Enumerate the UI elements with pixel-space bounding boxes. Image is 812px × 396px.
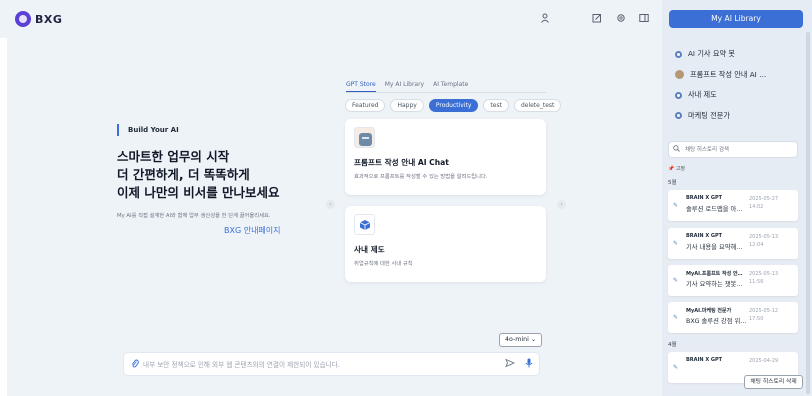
sidebar: My AI Library AI 기사 요약 봇 프롬프트 작성 안내 AI …… <box>662 0 812 396</box>
store-tabs: GPT Store My AI Library AI Template <box>346 81 468 92</box>
history-subtitle: BXG 솔루션 강점 위… <box>686 318 747 325</box>
pin-icon[interactable]: ✎ <box>673 202 678 209</box>
sidebar-scrollbar[interactable] <box>806 32 810 394</box>
history-time: 17:50 <box>749 316 764 322</box>
chip-delete-test[interactable]: delete_test <box>513 99 562 112</box>
gpt-card[interactable]: 프롬프트 작성 안내 AI Chat 효과적으로 프롬프트를 작성할 수 있는 … <box>345 119 546 195</box>
history-time: 11:56 <box>749 279 764 285</box>
history-time: 14:02 <box>749 204 764 210</box>
history-date: 2025-05-27 <box>749 196 779 202</box>
gpt-dot-icon <box>675 91 682 99</box>
history-item[interactable]: ✎ BRAIN X GPT 기사 내용을 요약해… 2025-05-13 12:… <box>668 228 798 259</box>
history-title: BRAIN X GPT <box>686 195 723 201</box>
pin-icon[interactable]: ✎ <box>673 240 678 247</box>
delete-history-button[interactable]: 채팅 히스토리 삭제 <box>744 375 803 389</box>
edit-icon[interactable] <box>591 13 603 25</box>
history-subtitle: 기사 요약하는 챗봇… <box>686 281 743 288</box>
headline-line: 더 간편하게, 더 똑똑하게 <box>117 167 250 182</box>
history-search <box>668 141 798 158</box>
tab-my-ai-library[interactable]: My AI Library <box>385 81 424 92</box>
card-title: 프롬프트 작성 안내 AI Chat <box>354 158 449 167</box>
avatar-icon <box>675 70 684 80</box>
sidebar-gpt-item[interactable]: 사내 제도 <box>675 85 766 106</box>
chat-input[interactable] <box>143 357 493 372</box>
sidebar-gpt-item[interactable]: AI 기사 요약 봇 <box>675 44 766 65</box>
pin-icon[interactable]: ✎ <box>673 364 678 371</box>
search-icon <box>673 145 680 154</box>
tab-gpt-store[interactable]: GPT Store <box>346 81 376 92</box>
history-title: MyAI.마케팅 전문가 <box>686 308 732 314</box>
gpt-label: AI 기사 요약 봇 <box>688 49 735 59</box>
history-title: MyAI.프롬프트 작성 안… <box>686 271 743 277</box>
sidebar-toggle-icon[interactable] <box>638 13 650 25</box>
headline-line: 이제 나만의 비서를 만나보세요 <box>117 185 280 200</box>
gpt-label: 프롬프트 작성 안내 AI … <box>690 69 767 79</box>
chevron-down-icon: ⌄ <box>530 336 537 343</box>
history-item[interactable]: ✎ BRAIN X GPT 솔루션 로드맵을 아… 2025-05-27 14:… <box>668 190 798 221</box>
card-desc: 취업규칙에 대한 사내 규칙 <box>354 261 413 267</box>
chip-happy[interactable]: Happy <box>390 99 424 112</box>
pinned-label: 📌 고정 <box>668 166 686 172</box>
model-select[interactable]: 4o-mini ⌄ <box>499 333 543 347</box>
logo[interactable]: BXG <box>15 11 62 27</box>
month-label: 5월 <box>668 180 677 186</box>
top-bar: BXG <box>0 0 662 38</box>
logo-text: BXG <box>35 12 63 26</box>
chip-featured[interactable]: Featured <box>345 99 386 112</box>
history-date: 2025-05-13 <box>749 271 779 277</box>
pin-icon[interactable]: ✎ <box>673 277 678 284</box>
gpt-card[interactable]: 사내 제도 취업규칙에 대한 사내 규칙 <box>345 206 546 282</box>
category-chips: Featured Happy Productivity test delete_… <box>345 99 562 112</box>
gpt-dot-icon <box>675 112 682 120</box>
history-title: BRAIN X GPT <box>686 357 723 363</box>
card-desc: 효과적으로 프롬프트를 작성할 수 있는 방법을 알려드립니다. <box>354 174 488 180</box>
send-icon[interactable] <box>505 358 516 371</box>
chip-productivity[interactable]: Productivity <box>428 99 479 112</box>
mic-icon[interactable] <box>525 358 533 371</box>
history-subtitle: 솔루션 로드맵을 아… <box>686 206 743 213</box>
history-time: 12:04 <box>749 242 764 248</box>
history-date: 2025-04-29 <box>749 358 779 364</box>
card-title: 사내 제도 <box>354 245 385 254</box>
logo-icon <box>15 11 31 27</box>
tab-ai-template[interactable]: AI Template <box>433 81 468 92</box>
gpt-label: 마케팅 전문가 <box>688 110 730 120</box>
chat-composer <box>123 352 540 376</box>
build-label: Build Your AI <box>117 124 179 136</box>
history-item[interactable]: ✎ MyAI.프롬프트 작성 안… 기사 요약하는 챗봇… 2025-05-13… <box>668 265 798 296</box>
cube-icon <box>354 214 375 235</box>
settings-icon[interactable] <box>615 13 627 25</box>
history-item[interactable]: ✎ MyAI.마케팅 전문가 BXG 솔루션 강점 위… 2025-05-12 … <box>668 302 798 333</box>
sidebar-gpt-item[interactable]: 마케팅 전문가 <box>675 106 766 127</box>
next-arrow-icon[interactable]: › <box>557 200 566 209</box>
history-date: 2025-05-12 <box>749 308 779 314</box>
main-area: Build Your AI 스마트한 업무의 시작 더 간편하게, 더 똑똑하게… <box>7 38 662 396</box>
pin-icon[interactable]: ✎ <box>673 314 678 321</box>
prev-arrow-icon[interactable]: ‹ <box>326 200 335 209</box>
month-label: 4월 <box>668 342 677 348</box>
user-icon[interactable] <box>539 13 551 25</box>
sidebar-gpt-item[interactable]: 프롬프트 작성 안내 AI … <box>675 65 766 86</box>
history-subtitle: 기사 내용을 요약해… <box>686 244 743 251</box>
history-search-input[interactable] <box>685 145 795 155</box>
hero-subtext: My AI를 직접 설계한 AI와 함께 업무 생산성을 한 단계 끌어올리세요… <box>117 213 271 219</box>
chip-test[interactable]: test <box>483 99 509 112</box>
gpt-label: 사내 제도 <box>688 90 717 100</box>
guide-link[interactable]: BXG 안내페이지 <box>224 225 281 236</box>
my-ai-library-button[interactable]: My AI Library <box>669 10 803 28</box>
gpt-list: AI 기사 요약 봇 프롬프트 작성 안내 AI … 사내 제도 마케팅 전문가 <box>675 44 766 126</box>
tabs-divider <box>346 92 546 93</box>
robot-image <box>354 127 375 148</box>
hero-headline: 스마트한 업무의 시작 더 간편하게, 더 똑똑하게 이제 나만의 비서를 만나… <box>117 148 280 202</box>
headline-line: 스마트한 업무의 시작 <box>117 149 230 164</box>
attach-icon[interactable] <box>131 359 139 372</box>
model-value: 4o-mini <box>505 336 529 343</box>
history-title: BRAIN X GPT <box>686 233 723 239</box>
gpt-dot-icon <box>675 50 682 58</box>
history-date: 2025-05-13 <box>749 234 779 240</box>
